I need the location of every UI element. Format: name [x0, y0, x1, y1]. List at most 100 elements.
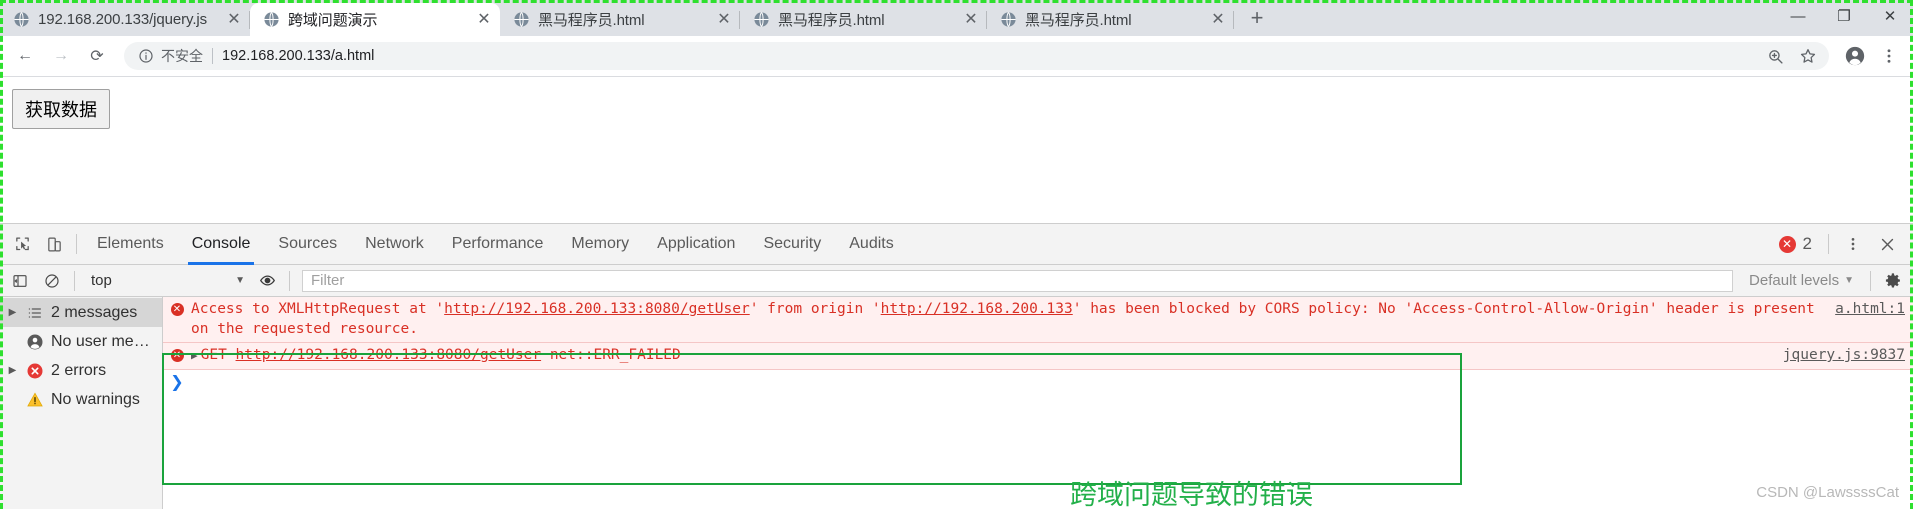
error-count-badge[interactable]: ✕ 2 [1771, 234, 1820, 254]
info-circle-icon[interactable] [138, 48, 154, 64]
console-message-text: Access to XMLHttpRequest at 'http://192.… [191, 299, 1835, 339]
sidebar-label: 2 messages [51, 303, 138, 321]
console-filter-bar: top ▼ Filter Default levels ▼ [0, 265, 1913, 297]
sidebar-item-errors[interactable]: ▶ 2 errors [0, 356, 162, 385]
console-messages-area: ✕ Access to XMLHttpRequest at 'http://19… [163, 297, 1913, 509]
tab-close-button[interactable]: ✕ [959, 8, 983, 32]
security-status-text: 不安全 [161, 48, 203, 64]
tab-close-button[interactable]: ✕ [1206, 8, 1230, 32]
console-message-text: ▶ GET http://192.168.200.133:8080/getUser… [191, 345, 1783, 366]
devtools-actions-divider [1828, 234, 1829, 254]
address-bar[interactable]: 不安全 192.168.200.133/a.html [124, 42, 1829, 70]
tab-audits[interactable]: Audits [835, 224, 907, 265]
close-window-button[interactable]: ✕ [1867, 0, 1913, 32]
tab-performance[interactable]: Performance [438, 224, 558, 265]
devtools-more-menu-icon[interactable] [1837, 229, 1869, 259]
toolbar-right-actions [1839, 40, 1905, 72]
three-dot-menu-icon[interactable] [1873, 40, 1905, 72]
fetch-data-button[interactable]: 获取数据 [12, 89, 110, 129]
tab-title: 黑马程序员.html [1025, 12, 1132, 29]
tab-network[interactable]: Network [351, 224, 438, 265]
tab-close-button[interactable]: ✕ [712, 8, 736, 32]
console-body: ▶ 2 messages No user me… ▶ 2 errors No w… [0, 297, 1913, 509]
maximize-button[interactable]: ❐ [1821, 0, 1867, 32]
tab-application[interactable]: Application [643, 224, 749, 265]
tab-title: 黑马程序员.html [778, 12, 885, 29]
devtools-tab-bar: Elements Console Sources Network Perform… [0, 224, 1913, 265]
browser-tab-2[interactable]: 黑马程序员.html ✕ [500, 3, 740, 36]
show-console-sidebar-icon[interactable] [4, 266, 36, 296]
chevron-down-icon: ▼ [1844, 275, 1854, 286]
back-button[interactable]: ← [8, 39, 42, 73]
tab-console[interactable]: Console [178, 224, 265, 265]
annotation-label: 跨域问题导致的错误 [1070, 480, 1313, 509]
list-icon [25, 303, 45, 323]
error-icon [25, 361, 45, 381]
msg-link[interactable]: http://192.168.200.133:8080/getUser [236, 347, 542, 363]
filter-divider-2 [289, 270, 290, 291]
execution-context-value: top [91, 272, 112, 289]
watermark-text: CSDN @LawssssCat [1756, 484, 1899, 501]
tab-memory[interactable]: Memory [557, 224, 643, 265]
msg-part: GET [200, 347, 236, 363]
globe-icon [999, 11, 1017, 29]
console-prompt[interactable]: ❯ [163, 370, 1913, 396]
chevron-down-icon: ▼ [235, 275, 245, 286]
devtools-tabs: Elements Console Sources Network Perform… [83, 224, 908, 265]
browser-tab-4[interactable]: 黑马程序员.html ✕ [987, 3, 1234, 36]
tab-title: 跨域问题演示 [288, 12, 378, 29]
sidebar-item-messages[interactable]: ▶ 2 messages [0, 298, 162, 327]
console-filter-input[interactable]: Filter [302, 269, 1734, 292]
error-icon: ✕ [1778, 235, 1796, 253]
console-message-row[interactable]: ✕ Access to XMLHttpRequest at 'http://19… [163, 297, 1913, 343]
forward-button[interactable]: → [44, 39, 78, 73]
tab-sources[interactable]: Sources [264, 224, 351, 265]
star-icon[interactable] [1795, 43, 1821, 69]
sidebar-label: 2 errors [51, 361, 107, 379]
inspect-element-icon[interactable] [6, 229, 38, 259]
browser-toolbar: ← → ⟳ 不安全 192.168.200.133/a.html [0, 36, 1913, 76]
tab-elements[interactable]: Elements [83, 224, 178, 265]
tab-title: 192.168.200.133/jquery.js [38, 11, 208, 28]
sidebar-item-warnings[interactable]: No warnings [0, 385, 162, 414]
chevron-right-icon[interactable]: ▶ [6, 307, 19, 318]
avatar-icon[interactable] [1839, 40, 1871, 72]
new-tab-button[interactable]: + [1240, 1, 1274, 35]
msg-link[interactable]: http://192.168.200.133:8080/getUser [444, 301, 750, 317]
chevron-right-icon[interactable]: ▶ [6, 365, 19, 376]
reload-button[interactable]: ⟳ [80, 39, 114, 73]
zoom-in-icon[interactable] [1762, 43, 1788, 69]
live-expression-icon[interactable] [251, 266, 283, 296]
globe-icon [12, 11, 30, 29]
browser-tab-0[interactable]: 192.168.200.133/jquery.js ✕ [0, 3, 250, 36]
globe-icon [262, 11, 280, 29]
log-levels-dropdown[interactable]: Default levels ▼ [1739, 272, 1864, 289]
warning-icon [25, 390, 45, 410]
window-controls: — ❐ ✕ [1775, 0, 1913, 36]
gear-icon[interactable] [1877, 266, 1909, 296]
tab-close-button[interactable]: ✕ [222, 8, 246, 32]
device-toolbar-icon[interactable] [38, 229, 70, 259]
msg-link[interactable]: http://192.168.200.133 [881, 301, 1073, 317]
devtools-tabbar-actions: ✕ 2 [1771, 229, 1907, 259]
console-sidebar: ▶ 2 messages No user me… ▶ 2 errors No w… [0, 297, 163, 509]
error-icon: ✕ [163, 299, 191, 339]
prompt-caret-icon: ❯ [170, 374, 184, 391]
sidebar-label: No warnings [51, 390, 140, 408]
devtools-close-icon[interactable] [1871, 229, 1903, 259]
console-message-source-link[interactable]: jquery.js:9837 [1783, 345, 1913, 365]
disclosure-triangle-icon[interactable]: ▶ [191, 349, 198, 362]
browser-tab-1[interactable]: 跨域问题演示 ✕ [250, 3, 500, 36]
devtools-toolbar-divider [76, 234, 77, 254]
console-message-source-link[interactable]: a.html:1 [1835, 299, 1913, 319]
clear-console-icon[interactable] [36, 266, 68, 296]
filter-divider-1 [74, 270, 75, 291]
browser-tab-3[interactable]: 黑马程序员.html ✕ [740, 3, 987, 36]
tab-close-button[interactable]: ✕ [472, 8, 496, 32]
execution-context-selector[interactable]: top ▼ [81, 270, 251, 292]
globe-icon [512, 11, 530, 29]
console-message-row[interactable]: ✕ ▶ GET http://192.168.200.133:8080/getUs… [163, 343, 1913, 370]
minimize-button[interactable]: — [1775, 0, 1821, 32]
sidebar-item-user-messages[interactable]: No user me… [0, 327, 162, 356]
tab-security[interactable]: Security [749, 224, 835, 265]
